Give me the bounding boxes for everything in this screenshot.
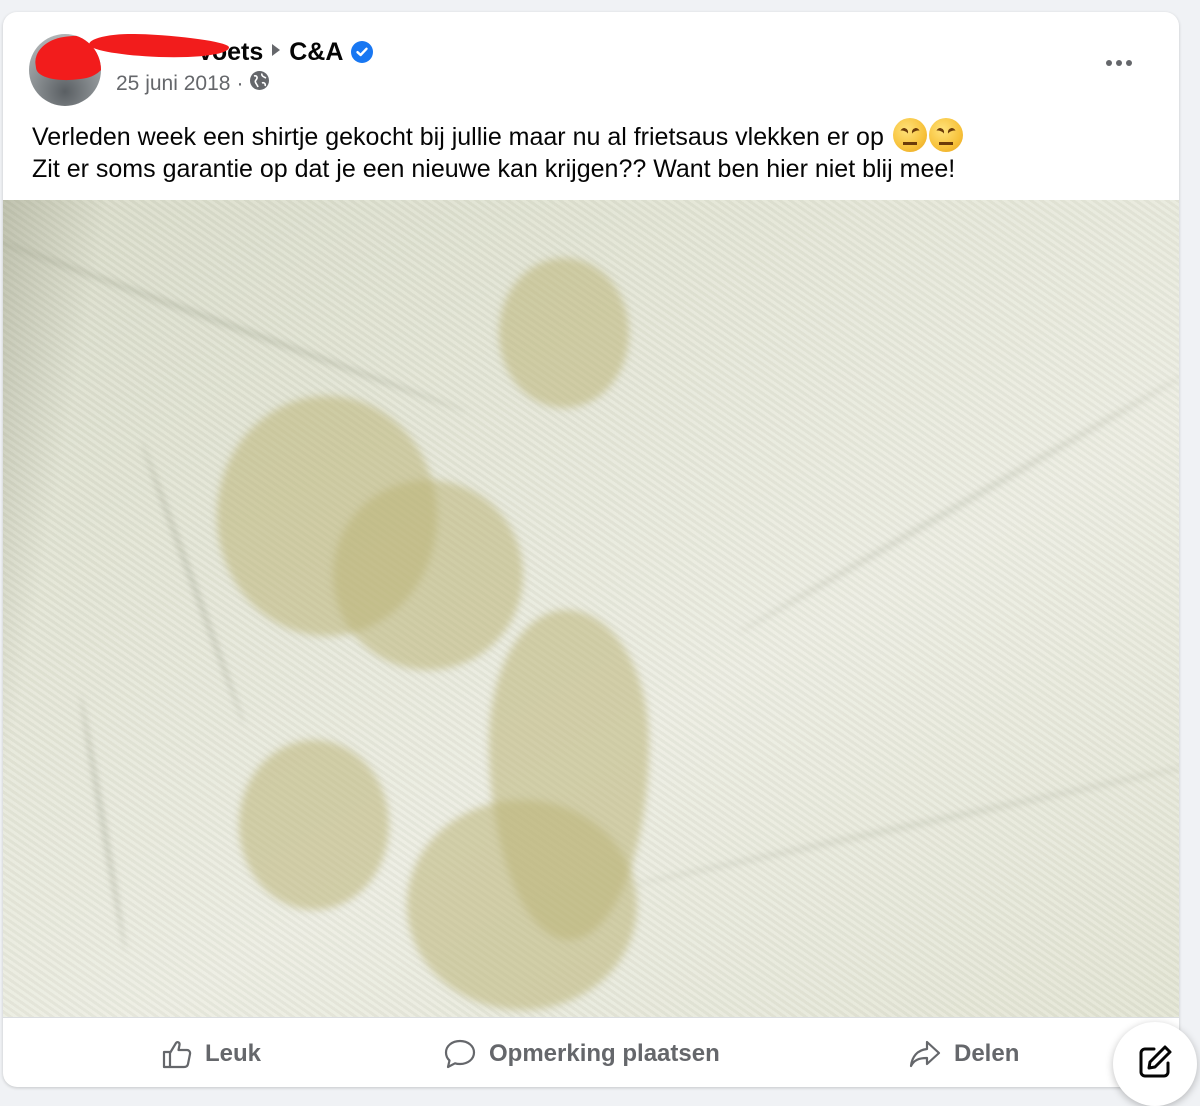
sauce-stain xyxy=(499,258,629,408)
compose-edit-icon xyxy=(1136,1043,1174,1086)
post-photo[interactable] xyxy=(3,200,1179,1017)
globe-icon[interactable] xyxy=(249,70,270,97)
like-button[interactable]: Leuk xyxy=(161,1036,261,1072)
post-card: Voets C&A 25 juni 2018 · Verleden week e… xyxy=(3,12,1179,1087)
comment-label: Opmerking plaatsen xyxy=(489,1040,720,1067)
post-header: Voets C&A 25 juni 2018 · xyxy=(3,12,1179,112)
share-arrow-icon xyxy=(908,1039,942,1069)
confounded-face-emoji xyxy=(928,118,963,152)
post-text: Verleden week een shirtje gekocht bij ju… xyxy=(32,118,1152,185)
comment-button[interactable]: Opmerking plaatsen xyxy=(443,1036,720,1072)
share-label: Delen xyxy=(954,1040,1020,1067)
share-button[interactable]: Delen xyxy=(908,1036,1019,1072)
triangle-right-icon xyxy=(271,43,281,62)
thumbs-up-icon xyxy=(161,1038,193,1070)
like-label: Leuk xyxy=(205,1040,262,1067)
post-text-line: Verleden week een shirtje gekocht bij ju… xyxy=(32,118,1152,153)
confounded-face-emoji xyxy=(892,118,927,152)
sauce-stain xyxy=(333,480,523,670)
sauce-stain xyxy=(239,740,389,910)
more-options-icon[interactable] xyxy=(1101,48,1137,78)
author-line: Voets C&A xyxy=(88,30,374,67)
post-actions-bar: Leuk Opmerking plaatsen Delen xyxy=(3,1017,1179,1087)
new-message-button[interactable] xyxy=(1113,1022,1197,1106)
post-meta: 25 juni 2018 · xyxy=(116,70,270,97)
post-text-line2: Zit er soms garantie op dat je een nieuw… xyxy=(32,155,956,183)
post-date[interactable]: 25 juni 2018 xyxy=(116,72,230,96)
verified-badge-icon xyxy=(351,41,374,63)
fabric-fold xyxy=(77,694,129,952)
post-text-line1: Verleden week een shirtje gekocht bij ju… xyxy=(32,123,884,151)
target-page-link[interactable]: C&A xyxy=(289,38,343,67)
fabric-fold xyxy=(628,757,1179,889)
comment-bubble-icon xyxy=(443,1038,477,1070)
fabric-fold xyxy=(736,370,1179,636)
sauce-stain xyxy=(407,800,637,1010)
meta-separator: · xyxy=(236,71,244,95)
fabric-fold xyxy=(3,231,469,415)
author-name-link[interactable]: Voets xyxy=(88,30,263,67)
